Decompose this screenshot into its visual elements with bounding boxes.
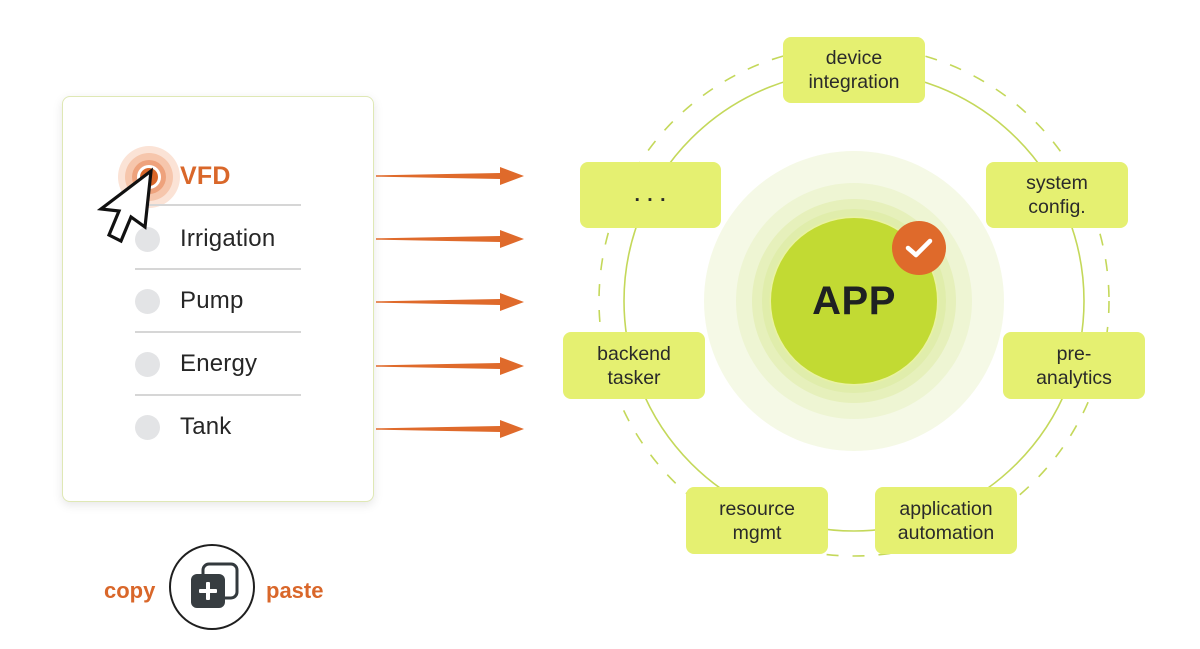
node-application-automation[interactable]: application automation xyxy=(875,487,1017,554)
option-tank[interactable]: Tank xyxy=(135,396,301,458)
divider xyxy=(135,204,301,206)
node-device-integration[interactable]: device integration xyxy=(783,37,925,103)
check-icon xyxy=(905,238,933,258)
copy-paste-button[interactable] xyxy=(169,544,255,630)
copy-label: copy xyxy=(104,578,156,603)
option-label: Pump xyxy=(180,287,244,314)
option-irrigation[interactable]: Irrigation xyxy=(135,208,301,270)
node-pre-analytics[interactable]: pre- analytics xyxy=(1003,332,1145,399)
option-label: Energy xyxy=(180,350,258,377)
option-vfd[interactable]: VFD xyxy=(135,145,301,207)
mouse-pointer-icon xyxy=(97,167,153,244)
copy-plus-icon xyxy=(191,562,239,608)
check-badge xyxy=(892,221,946,275)
node-system-config[interactable]: system config. xyxy=(986,162,1128,228)
paste-label: paste xyxy=(266,578,324,603)
device-type-card: VFD Irrigation Pump Energy Tank xyxy=(62,96,374,502)
node-more[interactable]: . . . xyxy=(580,162,721,228)
radio-tank[interactable] xyxy=(135,414,160,440)
option-label: Tank xyxy=(180,413,232,440)
radio-energy[interactable] xyxy=(135,351,160,377)
arrow-right-icon xyxy=(376,420,524,438)
app-label: APP xyxy=(812,278,896,323)
node-resource-mgmt[interactable]: resource mgmt xyxy=(686,487,828,554)
arrow-right-icon xyxy=(376,230,524,248)
option-label: Irrigation xyxy=(180,225,276,252)
arrow-right-icon xyxy=(376,293,524,311)
node-backend-tasker[interactable]: backend tasker xyxy=(563,332,705,399)
radio-pump[interactable] xyxy=(135,288,160,314)
option-pump[interactable]: Pump xyxy=(135,270,301,332)
option-energy[interactable]: Energy xyxy=(135,333,301,395)
arrow-right-icon xyxy=(376,357,524,375)
arrow-right-icon xyxy=(376,167,524,185)
option-label: VFD xyxy=(180,161,231,190)
